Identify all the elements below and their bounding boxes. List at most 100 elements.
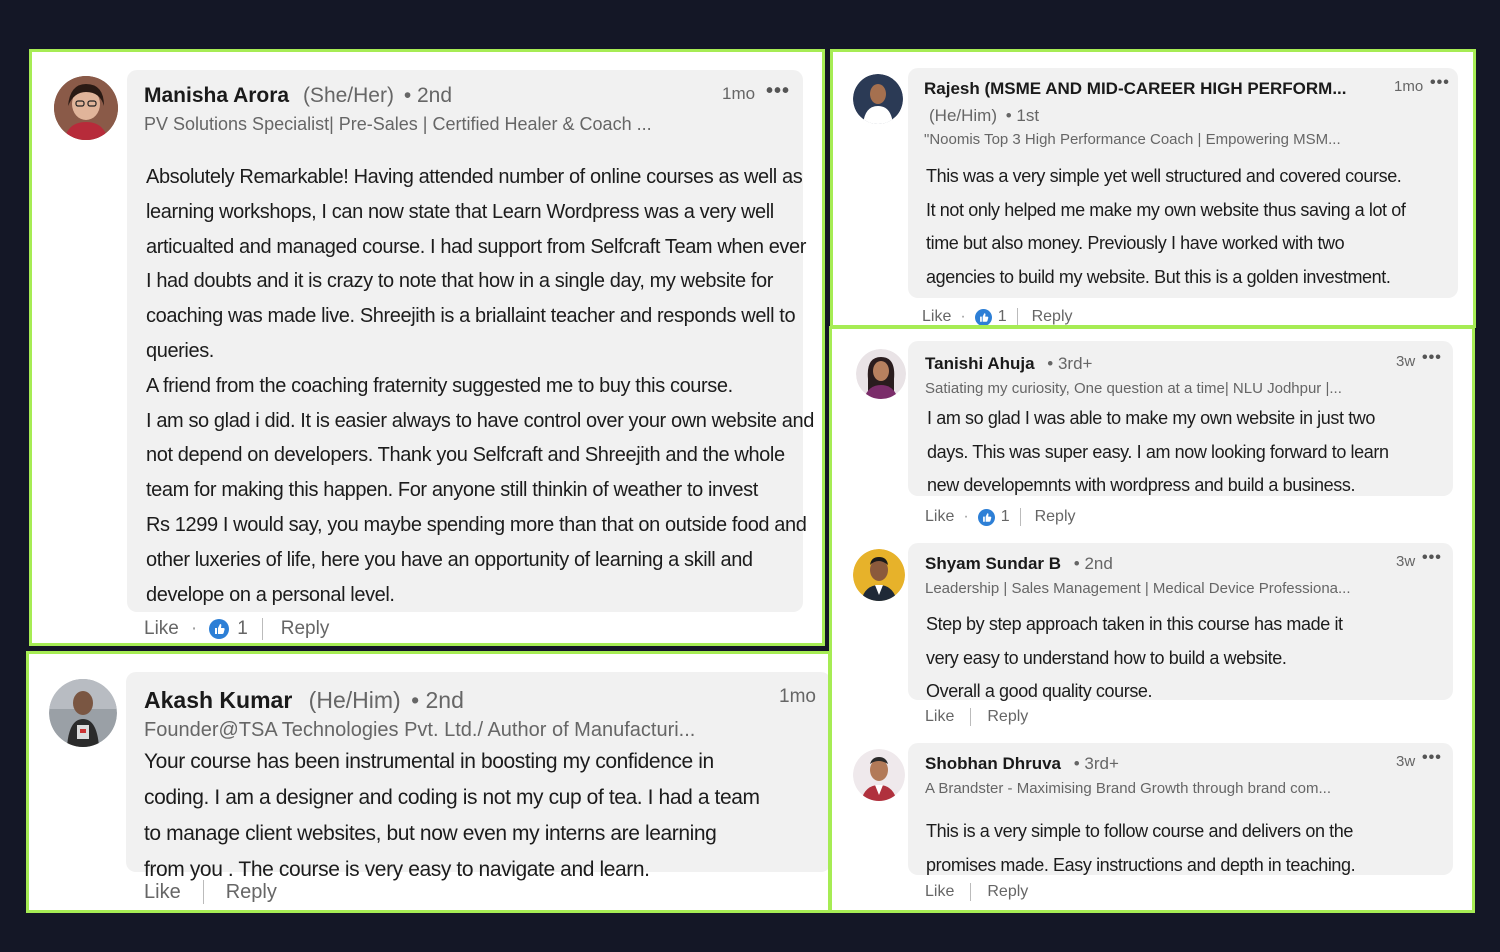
comment-line: Rs 1299 I would say, you maybe spending … [146,513,807,536]
commenter-name-text[interactable]: Shobhan Dhruva [925,754,1061,773]
reply-button[interactable]: Reply [987,883,1028,901]
comment-actions: Like · 1 Reply [925,506,1076,528]
comment-card-akash: Akash Kumar (He/Him) • 2nd Founder@TSA T… [26,651,831,913]
like-button[interactable]: Like [925,708,954,726]
commenter-headline: Founder@TSA Technologies Pvt. Ltd./ Auth… [144,719,696,741]
comment-line: I am so glad I was able to make my own w… [927,408,1376,428]
avatar[interactable] [856,349,906,399]
like-reaction-icon [974,308,992,325]
commenter-name[interactable]: Rajesh (MSME AND MID-CAREER HIGH PERFORM… [924,79,1347,99]
avatar[interactable] [853,749,905,801]
divider [202,880,204,904]
avatar[interactable] [853,74,903,124]
reaction-count[interactable]: 1 [974,308,1007,325]
comment-line: time but also money. Previously I have w… [926,233,1345,253]
comment-line: not depend on developers. Thank you Self… [146,444,785,467]
pronouns: (She/Her) [302,84,394,107]
commenter-name-text[interactable]: Rajesh (MSME AND MID-CAREER HIGH PERFORM… [924,79,1347,98]
comment-line: Absolutely Remarkable! Having attended n… [146,166,803,188]
divider [1019,508,1021,526]
comment-time: 1mo [779,686,816,707]
reply-button[interactable]: Reply [1032,308,1073,325]
more-icon[interactable]: ••• [1422,749,1442,767]
comment-line: new developemnts with wordpress and buil… [927,475,1356,495]
reaction-count[interactable]: 1 [209,618,248,640]
like-button[interactable]: Like [925,883,954,901]
commenter-name[interactable]: Shobhan Dhruva • 3rd+ [925,754,1119,774]
commenter-headline: PV Solutions Specialist| Pre-Sales | Cer… [144,114,652,134]
commenter-headline: "Noomis Top 3 High Performance Coach | E… [924,131,1341,148]
reply-button[interactable]: Reply [226,881,277,904]
divider [1016,308,1018,325]
comment-line: Step by step approach taken in this cour… [926,614,1343,634]
comment-text: This is a very simple to follow course a… [926,815,1461,882]
comment-line: develope on a personal level. [146,583,395,606]
avatar[interactable] [54,76,118,140]
connection-degree: • 2nd [411,687,464,713]
pronouns: (He/Him) [929,106,997,125]
comment-line: other luxeries of life, here you have an… [146,548,753,571]
comment-text: This was a very simple yet well structur… [926,160,1466,294]
like-button[interactable]: Like [144,881,181,904]
comment-time: 3w [1396,753,1416,770]
like-button[interactable]: Like [922,308,951,325]
comment-actions: Like · 1 Reply [144,616,329,642]
comment-line: very easy to understand how to build a w… [926,647,1287,668]
commenter-name-text[interactable]: Manisha Arora [144,84,289,107]
comment-line: queries. [146,339,214,362]
commenter-name[interactable]: Akash Kumar (He/Him) • 2nd [144,687,464,714]
like-button[interactable]: Like [144,618,179,640]
separator-dot: · [963,508,969,525]
connection-degree: • 2nd [403,84,453,107]
like-button[interactable]: Like [925,508,954,526]
reaction-count-text: 1 [237,618,248,639]
comment-actions: Like Reply [925,881,1028,903]
avatar[interactable] [49,679,117,747]
comment-line: to manage client websites, but now even … [144,822,717,845]
comment-line: articualted and managed course. I had su… [146,235,807,258]
separator-dot: · [190,618,198,639]
commenter-name-text[interactable]: Akash Kumar [144,687,292,713]
commenter-name[interactable]: Shyam Sundar B • 2nd [925,554,1113,574]
commenter-name-text[interactable]: Tanishi Ahuja [925,354,1035,373]
comment-line: coaching was made live. Shreejith is a b… [146,305,796,328]
comment-actions: Like Reply [925,706,1028,728]
comment-line: days. This was super easy. I am now look… [927,441,1389,462]
comment-time: 1mo [1394,78,1424,95]
comment-list-panel: Tanishi Ahuja • 3rd+ Satiating my curios… [829,326,1475,913]
commenter-name[interactable]: Tanishi Ahuja • 3rd+ [925,354,1092,374]
reaction-count[interactable]: 1 [977,508,1010,526]
commenter-headline: A Brandster - Maximising Brand Growth th… [925,780,1332,797]
comment-line: Overall a good quality course. [926,681,1153,701]
more-icon[interactable]: ••• [1422,349,1442,367]
comment-line: It not only helped me make my own websit… [926,199,1406,220]
comment-text: Your course has been instrumental in boo… [144,744,824,888]
comment-actions: Like Reply [144,879,277,905]
commenter-meta: (He/Him) • 1st [929,106,1039,126]
comment-text: Step by step approach taken in this cour… [926,608,1461,709]
more-icon[interactable]: ••• [1430,74,1450,92]
connection-degree: • 3rd+ [1073,754,1119,773]
like-reaction-icon [209,619,230,639]
reply-button[interactable]: Reply [281,618,330,640]
like-reaction-icon [977,508,995,526]
reply-button[interactable]: Reply [987,708,1028,726]
comment-card-manisha: Manisha Arora (She/Her) • 2nd PV Solutio… [29,49,825,646]
reply-button[interactable]: Reply [1035,508,1076,526]
comment-time: 1mo [722,84,756,103]
connection-degree: • 2nd [1073,554,1113,573]
avatar[interactable] [853,549,905,601]
reaction-count-text: 1 [997,308,1007,325]
commenter-name-text[interactable]: Shyam Sundar B [925,554,1061,573]
comment-line: I had doubts and it is crazy to note tha… [146,270,773,293]
comment-text: Absolutely Remarkable! Having attended n… [146,160,822,612]
more-icon[interactable]: ••• [1422,549,1442,567]
comment-line: coding. I am a designer and coding is no… [144,786,760,809]
commenter-name[interactable]: Manisha Arora (She/Her) • 2nd [144,84,452,108]
connection-degree: • 1st [1005,106,1040,125]
pronouns: (He/Him) [308,687,401,713]
divider [261,618,263,640]
comment-line: I am so glad i did. It is easier always … [146,409,814,432]
more-icon[interactable]: ••• [766,80,790,103]
divider [970,708,972,726]
